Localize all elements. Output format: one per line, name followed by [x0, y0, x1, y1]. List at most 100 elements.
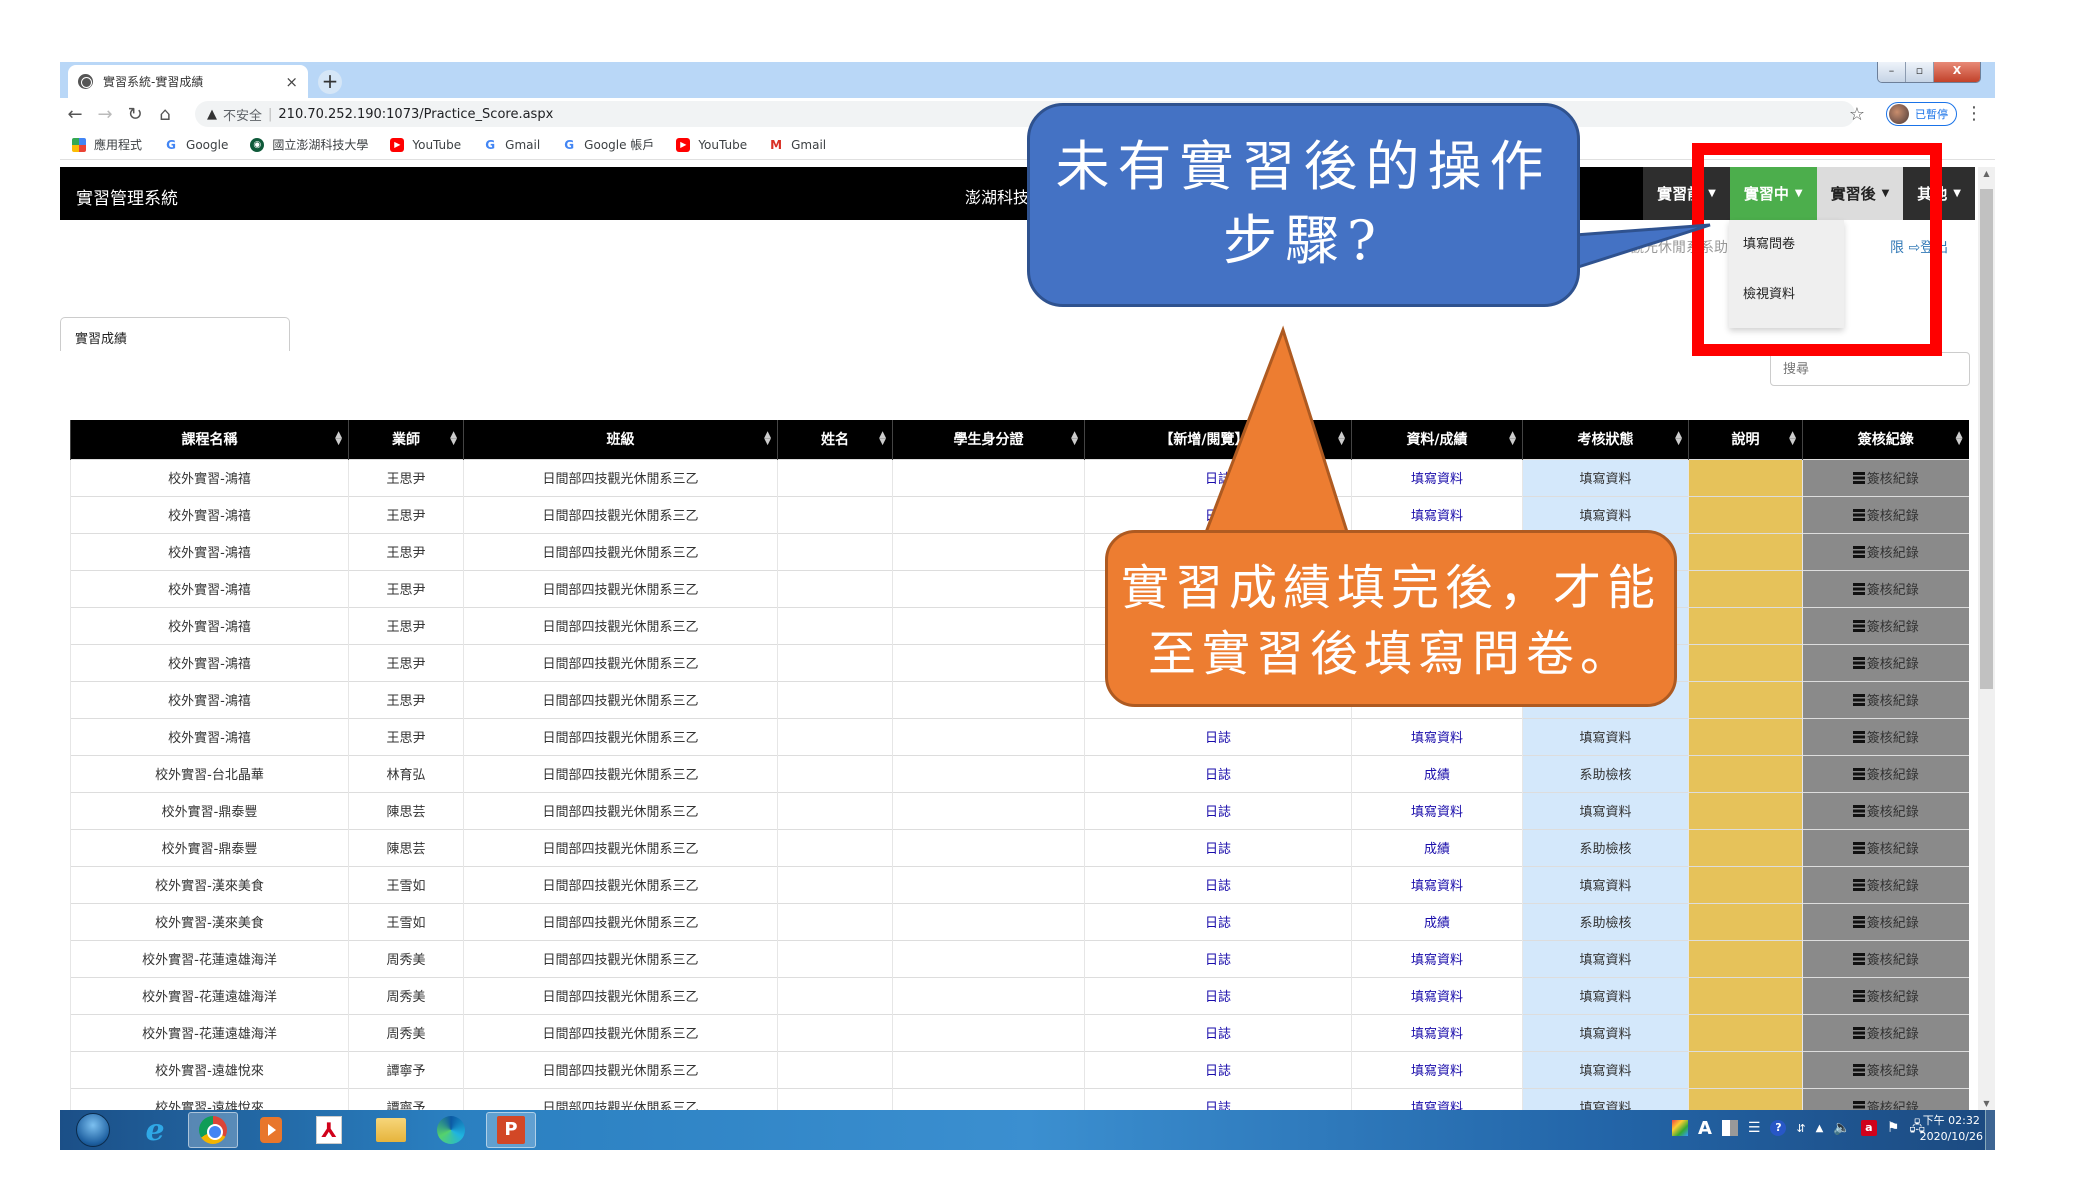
- data-link[interactable]: 成績: [1424, 768, 1450, 783]
- data-link[interactable]: 填寫資料: [1411, 805, 1463, 820]
- vertical-scrollbar[interactable]: ▲ ▼: [1978, 167, 1995, 1110]
- taskbar-powerpoint[interactable]: P: [486, 1112, 536, 1148]
- taskbar-edge[interactable]: [426, 1112, 476, 1148]
- log-link[interactable]: 日誌: [1205, 1027, 1231, 1042]
- cell-sign[interactable]: 簽核紀錄: [1802, 976, 1969, 1014]
- cell-sign[interactable]: 簽核紀錄: [1802, 1050, 1969, 1088]
- data-link[interactable]: 填寫資料: [1411, 1064, 1463, 1079]
- show-desktop-button[interactable]: [1985, 1110, 1995, 1150]
- cell-sign[interactable]: 簽核紀錄: [1802, 458, 1969, 496]
- close-window-button[interactable]: X: [1934, 62, 1980, 82]
- cell-sign[interactable]: 簽核紀錄: [1802, 902, 1969, 940]
- cell-sign[interactable]: 簽核紀錄: [1802, 939, 1969, 977]
- column-header[interactable]: 姓名 ▲ ▼: [777, 420, 893, 459]
- data-link[interactable]: 成績: [1424, 916, 1450, 931]
- antivirus-icon[interactable]: a: [1860, 1120, 1877, 1136]
- maximize-button[interactable]: ▫: [1906, 62, 1934, 82]
- cell-sign[interactable]: 簽核紀錄: [1802, 606, 1969, 644]
- tab-practice-score[interactable]: 實習成績: [60, 317, 290, 351]
- column-header[interactable]: 考核狀態 ▲ ▼: [1522, 420, 1689, 459]
- cell-sign[interactable]: 簽核紀錄: [1802, 1013, 1969, 1051]
- action-center-flag-icon[interactable]: ⚑: [1887, 1120, 1900, 1136]
- taskbar-explorer[interactable]: [366, 1112, 416, 1148]
- data-link[interactable]: 填寫資料: [1411, 509, 1463, 524]
- back-icon[interactable]: ←: [60, 104, 90, 125]
- cell-sign[interactable]: 簽核紀錄: [1802, 865, 1969, 903]
- cell-sign[interactable]: 簽核紀錄: [1802, 717, 1969, 755]
- scroll-down-icon[interactable]: ▼: [1978, 1099, 1995, 1108]
- column-header[interactable]: 簽核紀錄 ▲ ▼: [1802, 420, 1969, 459]
- language-bar-icon[interactable]: ⇵: [1796, 1122, 1805, 1135]
- clock[interactable]: 下午 02:32 2020/10/26: [1920, 1113, 1983, 1145]
- home-icon[interactable]: ⌂: [150, 104, 180, 125]
- ime-icon[interactable]: [1671, 1120, 1688, 1136]
- sort-icon[interactable]: ▲ ▼: [764, 431, 771, 447]
- sort-icon[interactable]: ▲ ▼: [1338, 431, 1345, 447]
- brand-title[interactable]: 實習管理系統: [76, 184, 178, 209]
- help-icon[interactable]: ?: [1770, 1120, 1787, 1136]
- bookmark-youtube[interactable]: ▶ YouTube: [390, 137, 461, 152]
- cell-sign[interactable]: 簽核紀錄: [1802, 828, 1969, 866]
- data-link[interactable]: 填寫資料: [1411, 879, 1463, 894]
- sort-icon[interactable]: ▲ ▼: [879, 431, 886, 447]
- log-link[interactable]: 日誌: [1205, 879, 1231, 894]
- minimize-button[interactable]: –: [1878, 62, 1906, 82]
- log-link[interactable]: 日誌: [1205, 842, 1231, 857]
- search-input[interactable]: [1770, 352, 1970, 386]
- ime-pad-icon[interactable]: ☰: [1748, 1120, 1761, 1136]
- profile-button[interactable]: 已暫停: [1886, 102, 1957, 126]
- menu-kebab-icon[interactable]: ⋮: [1965, 103, 1983, 124]
- cell-sign[interactable]: 簽核紀錄: [1802, 569, 1969, 607]
- cell-sign[interactable]: 簽核紀錄: [1802, 532, 1969, 570]
- column-header[interactable]: 班級 ▲ ▼: [463, 420, 778, 459]
- column-header[interactable]: 課程名稱 ▲ ▼: [70, 420, 349, 459]
- column-header[interactable]: 業師 ▲ ▼: [348, 420, 464, 459]
- cell-sign[interactable]: 簽核紀錄: [1802, 1087, 1969, 1110]
- close-tab-icon[interactable]: ×: [285, 73, 298, 91]
- data-link[interactable]: 填寫資料: [1411, 731, 1463, 746]
- log-link[interactable]: 日誌: [1205, 953, 1231, 968]
- scrollbar-thumb[interactable]: [1980, 189, 1993, 689]
- bookmark-gmail-google[interactable]: G Gmail: [483, 138, 540, 152]
- browser-tab[interactable]: 實習系統-實習成績 ×: [68, 65, 308, 98]
- log-link[interactable]: 日誌: [1205, 472, 1231, 487]
- cell-sign[interactable]: 簽核紀錄: [1802, 680, 1969, 718]
- log-link[interactable]: 日誌: [1205, 509, 1231, 524]
- cell-sign[interactable]: 簽核紀錄: [1802, 495, 1969, 533]
- column-header[interactable]: 資料/成績 ▲ ▼: [1351, 420, 1523, 459]
- sort-icon[interactable]: ▲ ▼: [335, 431, 342, 447]
- new-tab-button[interactable]: +: [318, 70, 342, 94]
- bookmark-gmail[interactable]: M Gmail: [769, 138, 826, 152]
- data-link[interactable]: 填寫資料: [1411, 953, 1463, 968]
- data-link[interactable]: 填寫資料: [1411, 472, 1463, 487]
- log-link[interactable]: 日誌: [1205, 1064, 1231, 1079]
- cell-sign[interactable]: 簽核紀錄: [1802, 754, 1969, 792]
- data-link[interactable]: 填寫資料: [1411, 990, 1463, 1005]
- font-a-icon[interactable]: A: [1698, 1118, 1712, 1139]
- address-bar[interactable]: ▲ 不安全 | 210.70.252.190:1073/Practice_Sco…: [195, 101, 1855, 127]
- log-link[interactable]: 日誌: [1205, 768, 1231, 783]
- sort-icon[interactable]: ▲ ▼: [1071, 431, 1078, 447]
- column-header[interactable]: 說明 ▲ ▼: [1688, 420, 1803, 459]
- show-hidden-icons[interactable]: ▲: [1816, 1123, 1824, 1134]
- bookmark-google-account[interactable]: G Google 帳戶: [562, 136, 654, 153]
- sort-icon[interactable]: ▲ ▼: [450, 431, 457, 447]
- sort-icon[interactable]: ▲ ▼: [1509, 431, 1516, 447]
- data-link[interactable]: 填寫資料: [1411, 1027, 1463, 1042]
- data-link[interactable]: 填寫資料: [1411, 1101, 1463, 1110]
- log-link[interactable]: 日誌: [1205, 1101, 1231, 1110]
- forward-icon[interactable]: →: [90, 104, 120, 125]
- sort-icon[interactable]: ▲ ▼: [1789, 431, 1796, 447]
- cell-sign[interactable]: 簽核紀錄: [1802, 791, 1969, 829]
- log-link[interactable]: 日誌: [1205, 916, 1231, 931]
- log-link[interactable]: 日誌: [1205, 990, 1231, 1005]
- bookmark-npu[interactable]: ◉ 國立澎湖科技大學: [250, 136, 368, 153]
- log-link[interactable]: 日誌: [1205, 805, 1231, 820]
- bookmark-star-icon[interactable]: ☆: [1849, 104, 1865, 125]
- taskbar-media-player[interactable]: [246, 1112, 296, 1148]
- sort-icon[interactable]: ▲ ▼: [1675, 431, 1682, 447]
- sort-icon[interactable]: ▲ ▼: [1956, 431, 1963, 447]
- bookmark-apps[interactable]: 應用程式: [72, 136, 142, 153]
- scroll-up-icon[interactable]: ▲: [1978, 169, 1995, 178]
- log-link[interactable]: 日誌: [1205, 731, 1231, 746]
